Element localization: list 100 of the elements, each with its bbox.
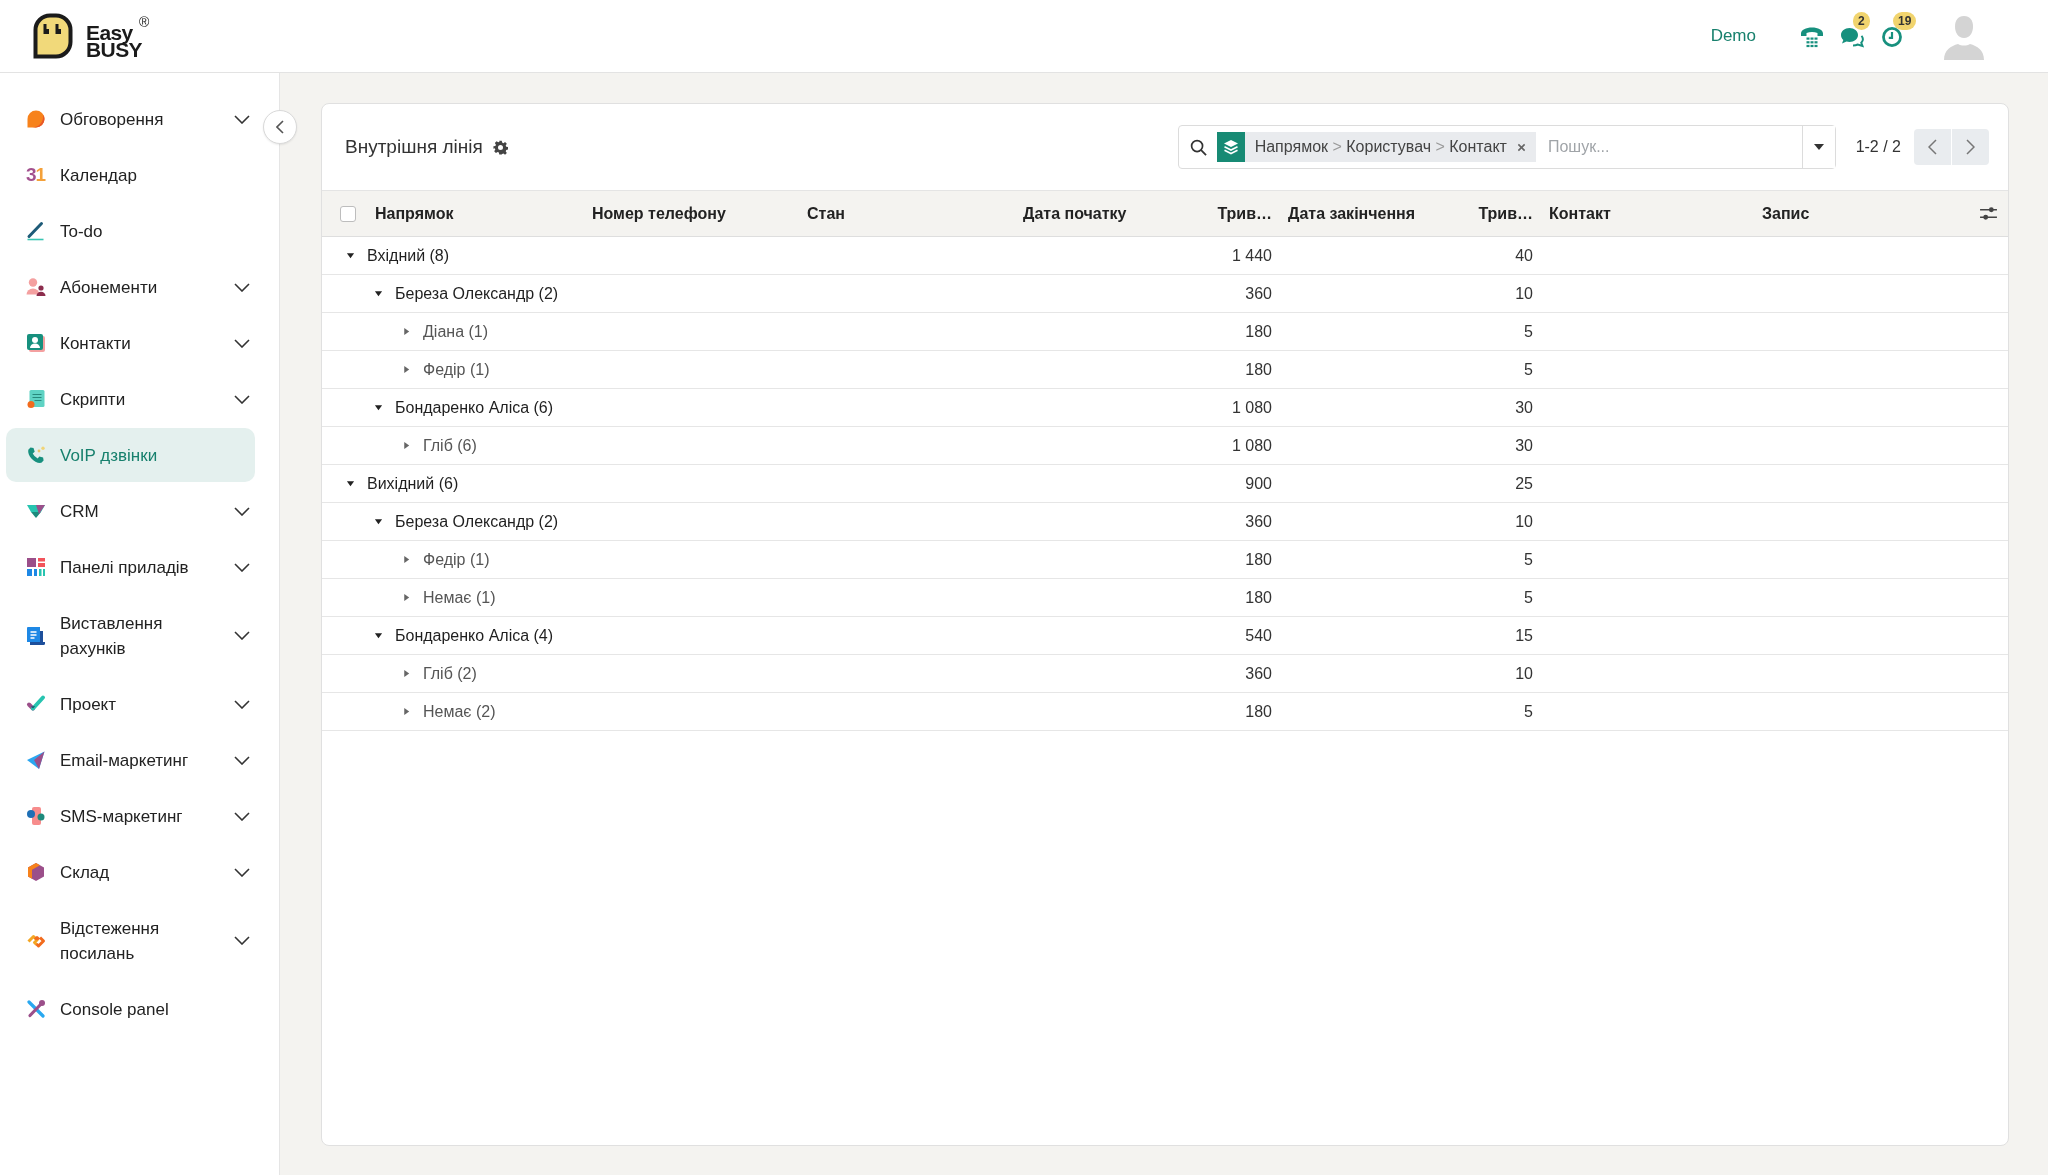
sidebar-item[interactable]: 31 Календар: [6, 148, 255, 202]
column-header[interactable]: Номер телефону: [584, 191, 799, 236]
tools-icon: [26, 999, 46, 1019]
column-header[interactable]: Контакт: [1541, 191, 1754, 236]
sidebar-item[interactable]: VoIP дзвінки: [6, 428, 255, 482]
chat-bubble-icon: [26, 109, 46, 129]
table-cell: 40: [1515, 246, 1533, 265]
logo-icon: [33, 13, 73, 59]
collapse-button[interactable]: [263, 110, 297, 144]
table-cell: 180: [1245, 322, 1272, 341]
column-header[interactable]: Трив…: [1476, 191, 1541, 236]
table-cell: 180: [1245, 702, 1272, 721]
caret-icon[interactable]: [374, 403, 383, 412]
sidebar-item[interactable]: Склад: [6, 845, 255, 899]
group-label[interactable]: Вхідний (8): [367, 246, 450, 265]
column-header[interactable]: Стан: [799, 191, 1015, 236]
count-badge: 2: [1853, 12, 1870, 30]
sidebar-item[interactable]: Відстеження посилань: [6, 901, 255, 980]
table-cell: 5: [1524, 322, 1533, 341]
sidebar-item[interactable]: SMS-маркетинг: [6, 789, 255, 843]
dots-icon: [26, 806, 46, 826]
chevron-left-icon: [1928, 139, 1937, 155]
group-by-facet: Напрямок > Користувач > Контакт: [1253, 138, 1508, 156]
contact-card-icon: [26, 333, 46, 353]
caret-icon[interactable]: [346, 479, 355, 488]
caret-icon[interactable]: [374, 289, 383, 298]
group-label[interactable]: Діана (1): [423, 322, 489, 341]
sliders-icon[interactable]: [1979, 206, 1997, 221]
group-label[interactable]: Вихідний (6): [367, 474, 459, 493]
sidebar-item[interactable]: Виставлення рахунків: [6, 596, 255, 675]
chat-icon[interactable]: [1840, 26, 1864, 48]
table-cell: 180: [1245, 550, 1272, 569]
caret-down-icon: [1813, 144, 1824, 150]
group-label[interactable]: Гліб (6): [423, 436, 477, 455]
column-header[interactable]: Дата початку: [1015, 191, 1204, 236]
table-cell: 30: [1515, 436, 1533, 455]
table-cell: 1 080: [1231, 436, 1272, 455]
sidebar-item[interactable]: Скрипти: [6, 372, 255, 426]
pen-icon: [26, 221, 46, 241]
telephone-icon[interactable]: [1800, 26, 1824, 48]
group-label[interactable]: Береза Олександр (2): [395, 512, 559, 531]
caret-icon[interactable]: [374, 517, 383, 526]
table-cell: 540: [1245, 626, 1272, 645]
chevron-left-icon: [276, 120, 284, 134]
dropdown-toggle[interactable]: [1801, 126, 1835, 168]
sidebar-item[interactable]: Обговорення: [6, 92, 255, 146]
group-label[interactable]: Федір (1): [423, 360, 490, 379]
table-cell: 5: [1524, 550, 1533, 569]
group-label[interactable]: Бондаренко Аліса (4): [395, 626, 554, 645]
group-label[interactable]: Бондаренко Аліса (6): [395, 398, 554, 417]
table-cell: 900: [1245, 474, 1272, 493]
sidebar-item[interactable]: Проект: [6, 677, 255, 731]
sidebar-item[interactable]: Абонементи: [6, 260, 255, 314]
chevron-right-icon: [1966, 139, 1975, 155]
table-cell: 360: [1245, 664, 1272, 683]
sidebar-item[interactable]: Console panel: [6, 982, 255, 1036]
table-cell: 5: [1524, 360, 1533, 379]
table-cell: 10: [1515, 664, 1533, 683]
caret-icon[interactable]: [346, 251, 355, 260]
column-header[interactable]: Трив…: [1204, 191, 1280, 236]
cube-icon: [26, 862, 46, 882]
table-cell: 180: [1245, 588, 1272, 607]
table-cell: 360: [1245, 512, 1272, 531]
table-cell: 180: [1245, 360, 1272, 379]
select-all-checkbox[interactable]: [340, 205, 356, 222]
count-badge: 19: [1893, 12, 1917, 30]
table-cell: 5: [1524, 702, 1533, 721]
group-label[interactable]: Федір (1): [423, 550, 490, 569]
group-label[interactable]: Береза Олександр (2): [395, 284, 559, 303]
clock-icon[interactable]: [1880, 26, 1904, 48]
table-cell: 5: [1524, 588, 1533, 607]
table-cell: 15: [1515, 626, 1533, 645]
group-label[interactable]: Немає (1): [423, 588, 496, 607]
table-cell: 30: [1515, 398, 1533, 417]
pager-value[interactable]: 1-2 / 2: [1855, 138, 1901, 156]
sidebar-item[interactable]: Панелі приладів: [6, 540, 255, 594]
caret-icon[interactable]: [374, 631, 383, 640]
view-title: Внутрішня лінія: [345, 136, 483, 158]
group-label[interactable]: Гліб (2): [423, 664, 477, 683]
table-cell: 25: [1515, 474, 1533, 493]
sidebar-item[interactable]: To-do: [6, 204, 255, 258]
people-icon: [26, 277, 46, 297]
column-header[interactable]: Напрямок: [367, 191, 584, 236]
close-icon[interactable]: [1516, 142, 1526, 152]
search-icon: [1189, 138, 1207, 156]
gear-icon[interactable]: [492, 139, 508, 155]
search-input[interactable]: Пошук...: [1547, 134, 1802, 160]
paper-plane-icon: [26, 750, 46, 770]
sidebar-item[interactable]: Контакти: [6, 316, 255, 370]
sidebar-item[interactable]: CRM: [6, 484, 255, 538]
column-header[interactable]: Запис: [1754, 191, 1968, 236]
table-cell: 1 440: [1231, 246, 1272, 265]
document-icon: [26, 389, 46, 409]
table-cell: 1 080: [1231, 398, 1272, 417]
company-name[interactable]: Demo: [1710, 26, 1756, 46]
sidebar-item[interactable]: Email-маркетинг: [6, 733, 255, 787]
layers-icon: [1216, 132, 1245, 162]
table-cell: 10: [1515, 512, 1533, 531]
column-header[interactable]: Дата закінчення: [1280, 191, 1476, 236]
group-label[interactable]: Немає (2): [423, 702, 496, 721]
